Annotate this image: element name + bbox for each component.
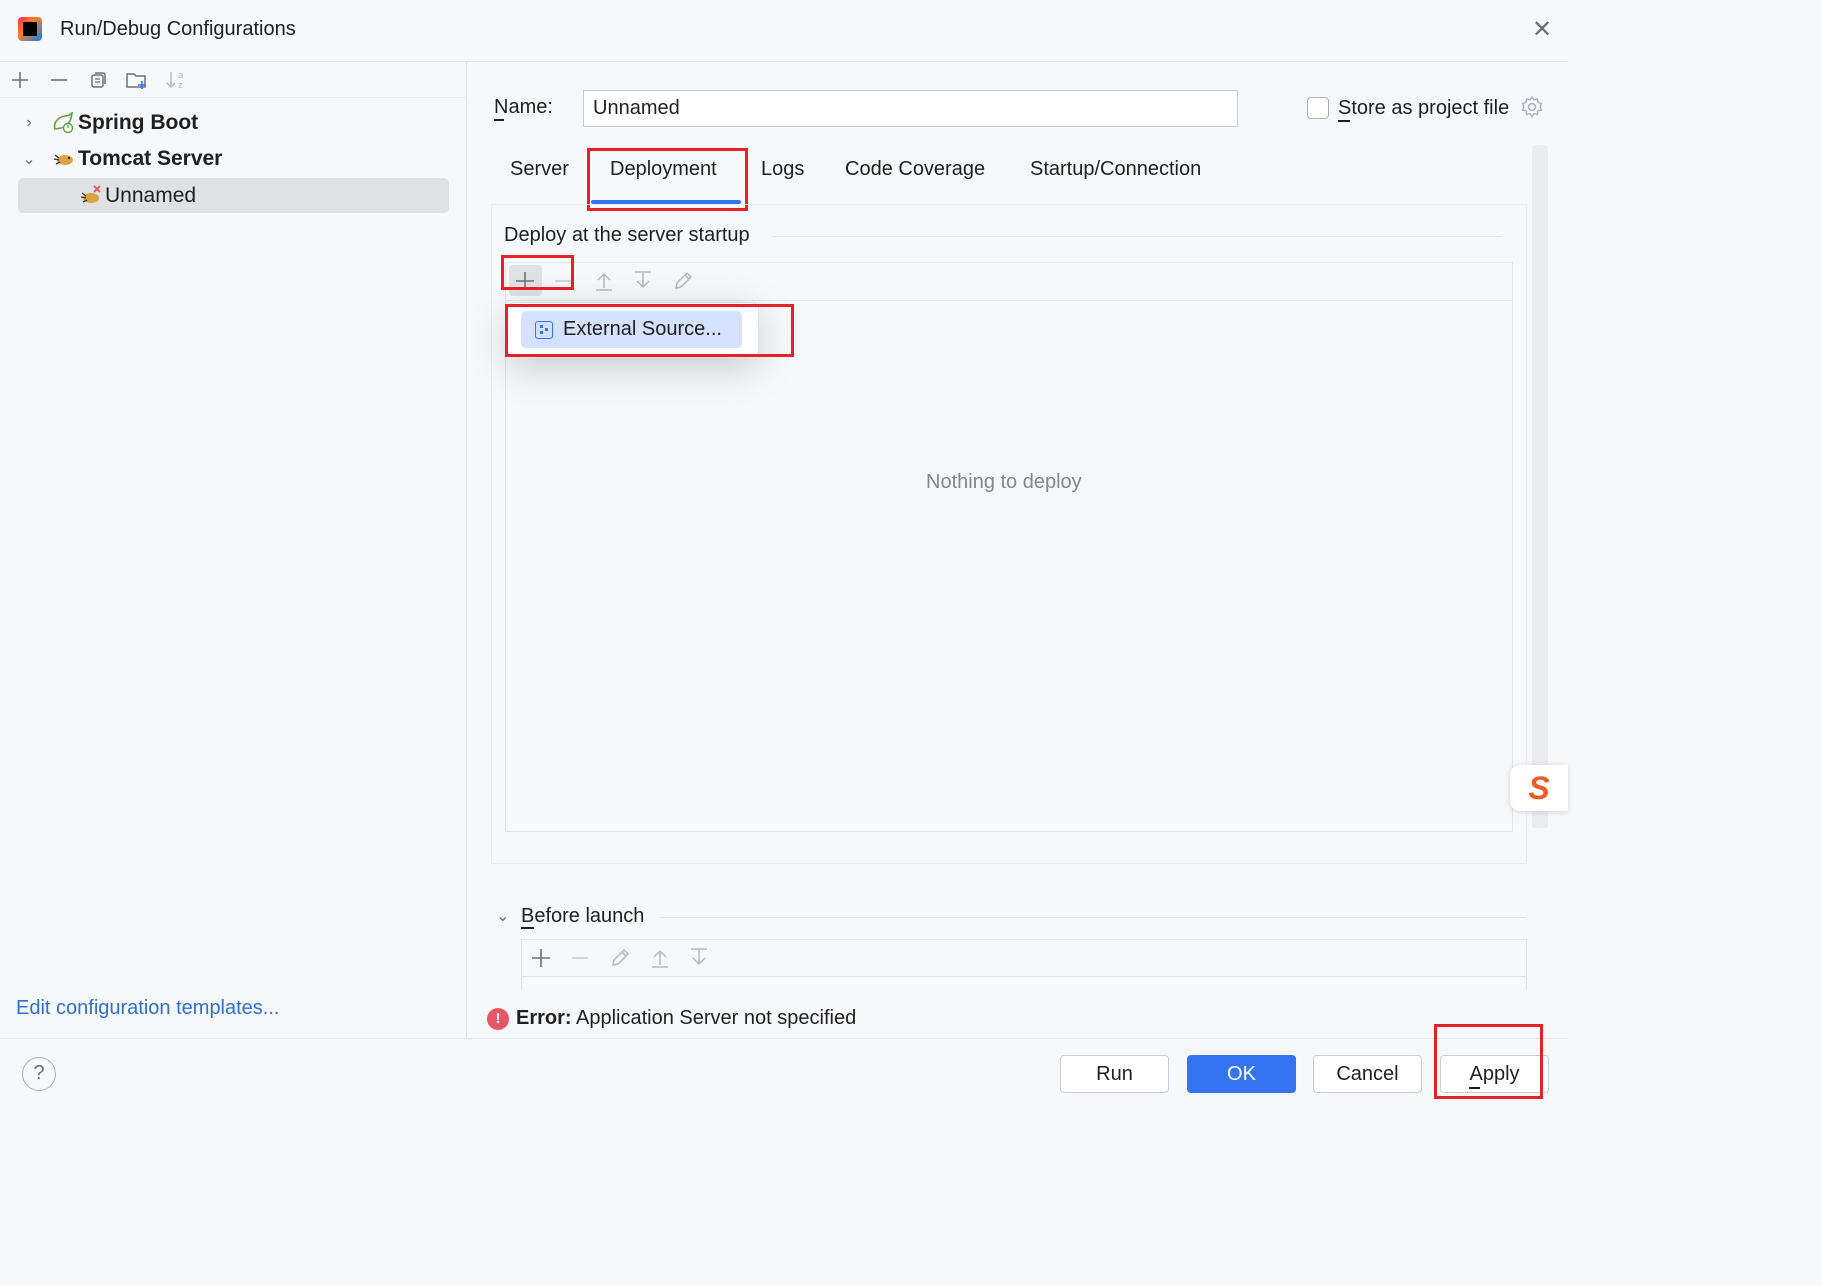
chevron-down-icon[interactable]: ⌄ <box>18 149 40 169</box>
edit-icon[interactable] <box>672 270 694 298</box>
deploy-toolbar <box>505 262 1513 300</box>
ok-button[interactable]: OK <box>1187 1055 1296 1093</box>
deployment-artifacts-list[interactable] <box>505 300 1513 832</box>
cancel-button[interactable]: Cancel <box>1313 1055 1422 1093</box>
before-launch-label[interactable]: Before launch <box>521 905 644 928</box>
highlight-box-external-source <box>505 304 794 357</box>
name-label: Name: <box>494 96 553 118</box>
tab-startup-connection[interactable]: Startup/Connection <box>1030 158 1201 181</box>
add-icon[interactable] <box>6 66 34 94</box>
window-title: Run/Debug Configurations <box>60 18 296 40</box>
tree-row-unnamed-content: Unnamed <box>79 178 196 213</box>
sogou-input-icon[interactable]: S <box>1510 765 1568 811</box>
highlight-box-deployment-tab <box>587 148 748 211</box>
tab-code-coverage[interactable]: Code Coverage <box>845 158 985 181</box>
tomcat-error-icon <box>79 184 103 208</box>
help-button[interactable]: ? <box>22 1057 56 1091</box>
store-as-project-file-checkbox[interactable] <box>1307 97 1329 119</box>
remove-icon[interactable] <box>570 947 590 975</box>
add-icon[interactable] <box>530 947 552 975</box>
tree-label-unnamed: Unnamed <box>105 183 197 207</box>
name-input[interactable]: Unnamed <box>583 90 1238 127</box>
move-up-icon[interactable] <box>650 947 670 975</box>
section-divider <box>772 236 1502 237</box>
move-down-icon[interactable] <box>689 947 709 975</box>
before-launch-divider <box>660 917 1526 918</box>
sort-icon[interactable]: az <box>162 66 190 94</box>
gear-icon[interactable] <box>1520 95 1544 125</box>
error-message: Error: Application Server not specified <box>516 1007 856 1030</box>
vertical-scrollbar[interactable] <box>1532 145 1548 828</box>
deploy-section-title: Deploy at the server startup <box>504 224 750 246</box>
edit-configuration-templates-link[interactable]: Edit configuration templates... <box>16 997 279 1020</box>
remove-icon[interactable] <box>45 66 73 94</box>
tab-logs[interactable]: Logs <box>761 158 804 181</box>
run-button[interactable]: Run <box>1060 1055 1169 1093</box>
empty-list-text: Nothing to deploy <box>926 471 1082 493</box>
error-text: Application Server not specified <box>576 1007 857 1029</box>
edit-icon[interactable] <box>609 947 631 975</box>
move-up-icon[interactable] <box>594 270 614 298</box>
before-launch-mnemonic-underline <box>521 927 534 929</box>
tree-row-tomcat-server[interactable]: ⌄ Tomcat Server <box>18 142 449 176</box>
tree-row-spring-boot[interactable]: › Spring Boot <box>18 106 449 140</box>
highlight-box-add-button <box>501 255 574 290</box>
svg-text:a: a <box>178 71 184 81</box>
tree-label-spring-boot: Spring Boot <box>78 111 199 134</box>
error-prefix: Error: <box>516 1007 572 1029</box>
store-as-project-file-label[interactable]: Store as project file <box>1338 97 1509 120</box>
close-icon[interactable]: ✕ <box>1532 18 1552 42</box>
error-icon: ! <box>487 1008 509 1030</box>
tree-toolbar: az <box>0 62 467 98</box>
tab-server[interactable]: Server <box>510 158 569 181</box>
chevron-down-icon[interactable]: ⌄ <box>496 906 509 926</box>
spring-boot-icon <box>50 111 76 135</box>
tree-label-tomcat-server: Tomcat Server <box>78 147 223 170</box>
chevron-right-icon[interactable]: › <box>18 114 40 132</box>
svg-text:z: z <box>178 81 183 91</box>
new-folder-icon[interactable] <box>123 66 151 94</box>
highlight-box-apply-button <box>1434 1024 1543 1099</box>
before-launch-toolbar <box>521 939 1527 977</box>
tomcat-icon <box>50 147 76 171</box>
move-down-icon[interactable] <box>633 270 653 298</box>
name-mnemonic-underline <box>494 119 504 121</box>
before-launch-list[interactable] <box>521 977 1527 990</box>
intellij-logo-icon <box>18 17 42 41</box>
copy-icon[interactable] <box>84 66 112 94</box>
store-mnemonic-underline <box>1338 120 1350 122</box>
